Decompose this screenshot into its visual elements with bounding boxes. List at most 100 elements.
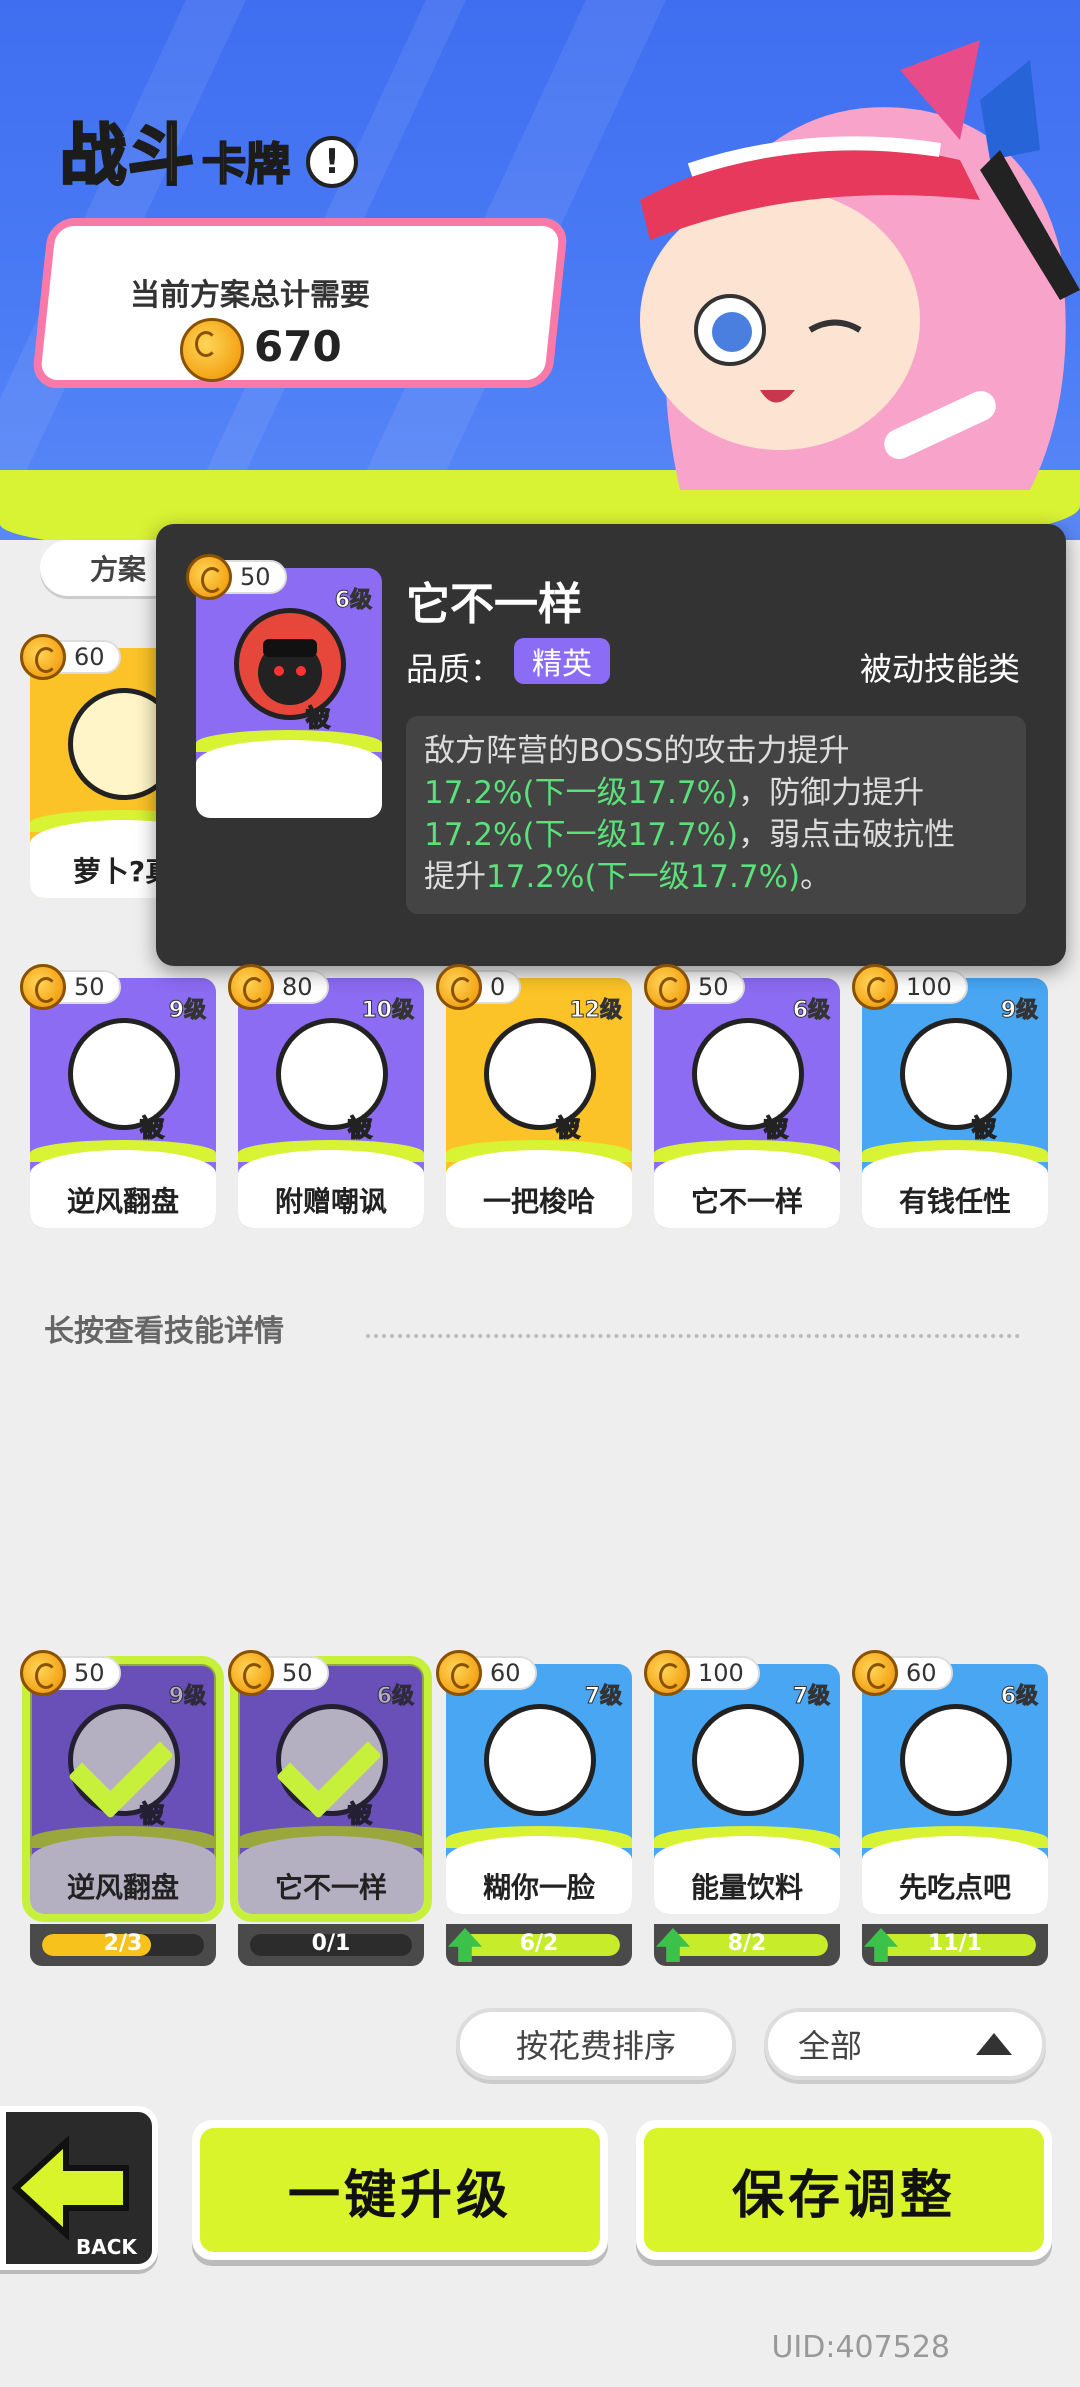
card-level: 9级 bbox=[168, 998, 206, 1024]
sort-by-cost-button[interactable]: 按花费排序 bbox=[456, 2008, 736, 2080]
progress-bar: 11/1 bbox=[862, 1924, 1048, 1966]
total-cost-label: 当前方案总计需要 bbox=[130, 278, 370, 313]
back-label: BACK bbox=[76, 2235, 138, 2259]
progress-text: 0/1 bbox=[311, 1547, 351, 1572]
passive-badge: 被 bbox=[763, 1113, 789, 1143]
page-title-sub: 卡牌 bbox=[201, 138, 291, 191]
passive-badge: 被 bbox=[556, 1416, 580, 1444]
tooltip-quality-badge: 精英 bbox=[514, 638, 610, 684]
chevron-up-icon bbox=[976, 2033, 1012, 2055]
card-name: 超越极限 bbox=[274, 1487, 387, 1520]
card-name: 背对疾风 bbox=[66, 1487, 179, 1520]
progress-text: 6/2 bbox=[519, 1931, 559, 1956]
progress-bar: 2/3 bbox=[30, 1924, 216, 1966]
coin-icon bbox=[180, 318, 244, 382]
progress-bar: 0/1 bbox=[238, 1924, 424, 1966]
tooltip-quality-label: 品质： bbox=[406, 650, 503, 688]
card-name: 有钱任性 bbox=[898, 1185, 1011, 1218]
desc-text: 敌方阵营的BOSS的攻击力提升 bbox=[424, 733, 850, 769]
total-cost-value: 670 bbox=[254, 322, 342, 371]
progress-text: 1/4 bbox=[519, 1547, 559, 1572]
card-name: 能量饮料 bbox=[690, 1871, 803, 1904]
tooltip-card: 被 6级 50 bbox=[186, 554, 382, 830]
save-label: 保存调整 bbox=[644, 2128, 1044, 2252]
save-adjustment-button[interactable]: 保存调整 bbox=[636, 2120, 1052, 2260]
progress-text: 1/4 bbox=[935, 1547, 975, 1572]
skill-icon bbox=[484, 1704, 596, 1816]
info-icon[interactable]: ! bbox=[306, 136, 358, 188]
card-level: 7级 bbox=[584, 1684, 622, 1710]
progress-text: 0/4 bbox=[103, 1547, 143, 1572]
filter-dropdown[interactable]: 全部 bbox=[764, 2008, 1046, 2080]
card-name: 附赠嘲讽 bbox=[274, 1185, 387, 1218]
mascot-illustration bbox=[640, 40, 1080, 490]
skill-icon bbox=[692, 1704, 804, 1816]
card-level: 12级 bbox=[569, 998, 623, 1024]
page-title-main: 战斗 bbox=[59, 116, 196, 196]
card-name: 提早收工 bbox=[482, 1487, 595, 1520]
back-arrow-icon: BACK bbox=[11, 2135, 138, 2259]
card-name: 先吃点吧 bbox=[898, 1871, 1011, 1904]
back-button[interactable]: BACK bbox=[0, 2106, 158, 2270]
card-level: 7级 bbox=[792, 1684, 830, 1710]
progress-text: 0/1 bbox=[311, 1931, 351, 1956]
desc-text: 。 bbox=[800, 859, 832, 895]
coin-icon bbox=[20, 634, 66, 680]
coin-icon bbox=[436, 1650, 482, 1696]
progress-bar: 8/2 bbox=[654, 1924, 840, 1966]
upgrade-all-label: 一键升级 bbox=[200, 2128, 600, 2252]
desc-text: ，弱点击破抗性 bbox=[738, 817, 956, 853]
filter-label: 全部 bbox=[798, 2027, 863, 2065]
progress-text: 0/2 bbox=[727, 1547, 767, 1572]
coin-icon bbox=[852, 964, 898, 1010]
sort-label: 按花费排序 bbox=[515, 2027, 676, 2065]
passive-badge: 被 bbox=[139, 1113, 165, 1143]
card-level: 9级 bbox=[1000, 998, 1038, 1024]
user-id: UID:407528 bbox=[771, 2330, 950, 2365]
tooltip-skill-type: 被动技能类 bbox=[859, 650, 1020, 688]
passive-badge: 被 bbox=[305, 703, 331, 733]
passive-badge: 被 bbox=[555, 1113, 581, 1143]
upgrade-all-button[interactable]: 一键升级 bbox=[192, 2120, 608, 2260]
page-title: 战斗 卡牌 ! bbox=[59, 116, 358, 198]
coin-icon bbox=[20, 1650, 66, 1696]
long-press-hint: 长按查看技能详情 bbox=[44, 1314, 284, 1349]
card-level: 6级 bbox=[792, 998, 830, 1024]
desc-value: 17.2%(下一级17.7%) bbox=[424, 775, 739, 811]
progress-bar: 1/4 bbox=[446, 1540, 632, 1582]
progress-text: 11/1 bbox=[928, 1931, 982, 1956]
progress-bar: 0/1 bbox=[238, 1540, 424, 1582]
passive-badge: 被 bbox=[764, 1416, 788, 1444]
card-name: 它不一样 bbox=[690, 1185, 803, 1218]
card-name: 一起进步 bbox=[690, 1487, 803, 1520]
coin-icon bbox=[644, 1650, 690, 1696]
card-level: 6级 bbox=[334, 588, 372, 614]
card-name: 逆风翻盘 bbox=[66, 1185, 179, 1218]
desc-value: 17.2%(下一级17.7%) bbox=[486, 859, 801, 895]
progress-bar: 0/4 bbox=[30, 1540, 216, 1582]
divider bbox=[366, 1334, 1020, 1338]
desc-text: 提升 bbox=[424, 859, 486, 895]
progress-text: 2/3 bbox=[103, 1931, 143, 1956]
card-name: 它不一样 bbox=[274, 1871, 387, 1904]
coin-icon bbox=[436, 964, 482, 1010]
tooltip-description: 敌方阵营的BOSS的攻击力提升 17.2%(下一级17.7%)，防御力提升 17… bbox=[406, 716, 1026, 914]
checkmark-icon bbox=[900, 1329, 1006, 1435]
card-name: 糊你一脸 bbox=[482, 1871, 595, 1904]
coin-icon bbox=[228, 964, 274, 1010]
card-name: 逆风翻盘 bbox=[66, 1871, 179, 1904]
tooltip-skill-name: 它不一样 bbox=[406, 579, 582, 630]
card-name: 附赠嘲讽 bbox=[898, 1487, 1011, 1520]
desc-value: 17.2%(下一级17.7%) bbox=[424, 817, 739, 853]
selected-overlay bbox=[862, 1280, 1048, 1530]
passive-badge: 被 bbox=[347, 1113, 373, 1143]
passive-badge: 被 bbox=[971, 1113, 997, 1143]
coin-icon bbox=[228, 1650, 274, 1696]
progress-bar: 6/2 bbox=[446, 1924, 632, 1966]
coin-icon bbox=[20, 964, 66, 1010]
card-level: 6级 bbox=[1000, 1684, 1038, 1710]
desc-text: ，防御力提升 bbox=[738, 775, 925, 811]
coin-icon bbox=[852, 1650, 898, 1696]
card-level: 10级 bbox=[361, 998, 415, 1024]
coin-icon bbox=[186, 554, 232, 600]
